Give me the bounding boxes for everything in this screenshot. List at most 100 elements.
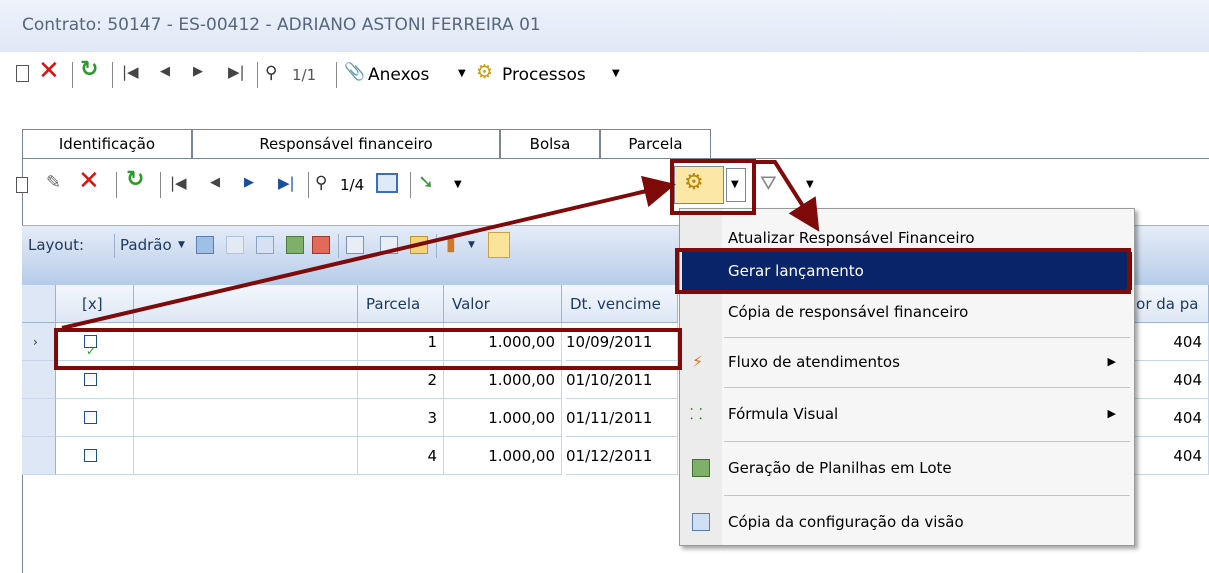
copy-icon [692, 513, 710, 531]
tab-bolsa[interactable]: Bolsa [500, 129, 600, 159]
select-cell[interactable] [56, 399, 134, 437]
layout-export-icon[interactable] [286, 236, 304, 254]
dropdown-arrow-icon[interactable]: ▼ [458, 68, 466, 79]
anexos-button[interactable]: Anexos [368, 65, 429, 85]
menu-item-label: Cópia de responsável financeiro [728, 303, 969, 321]
layout-save-icon[interactable] [196, 236, 214, 254]
layout-edit-icon[interactable] [410, 236, 428, 254]
valor-cell: 1.000,00 [444, 399, 562, 437]
valor-cell: 1.000,00 [444, 437, 562, 475]
menu-separator [724, 441, 1130, 442]
import-icon[interactable]: ➘ [418, 171, 434, 193]
tab-identificacao[interactable]: Identificação [22, 129, 192, 159]
last-record-icon[interactable]: ▶| [278, 174, 295, 192]
menu-item-label: Cópia da configuração da visão [728, 513, 964, 531]
parcela-toolbar: ✎ ✕ ↻ |◀ ◀ ▶ ▶| ⚲ 1/4 ➘ ▼ ⚙ ▼ ⛛ ▼ [16, 164, 1209, 208]
record-counter: 1/4 [340, 176, 365, 194]
column-header-select[interactable]: [x] [56, 285, 134, 323]
menu-item-geracao-planilhas[interactable]: Geração de Planilhas em Lote [682, 449, 1132, 487]
extra-cell: 404 [1130, 437, 1209, 475]
next-record-icon[interactable]: ▶ [244, 175, 254, 190]
window-title: Contrato: 50147 - ES-00412 - ADRIANO AST… [22, 15, 541, 35]
row-checkbox[interactable] [84, 411, 97, 424]
previous-record-icon[interactable]: ◀ [160, 64, 170, 79]
row-indicator [22, 437, 56, 475]
layout-label: Layout: [28, 236, 85, 254]
flow-icon: ⚡ [692, 352, 704, 371]
row-indicator: › [22, 323, 56, 361]
layout-toggle-icon[interactable] [488, 232, 510, 258]
submenu-arrow-icon: ▶ [1107, 355, 1116, 368]
new-icon[interactable] [16, 177, 28, 193]
layout-preset-select[interactable]: Padrão [120, 236, 172, 254]
refresh-icon[interactable]: ↻ [80, 59, 98, 81]
find-icon[interactable]: ⚲ [315, 173, 327, 193]
menu-item-formula-visual[interactable]: ⸬ Fórmula Visual ▶ [682, 395, 1132, 433]
current-row-icon: › [33, 335, 38, 349]
chart-icon[interactable]: ▮ [446, 234, 456, 255]
row-checkbox[interactable] [84, 449, 97, 462]
first-record-icon[interactable]: |◀ [170, 174, 187, 192]
blank-cell [134, 399, 358, 437]
menu-separator [724, 387, 1130, 388]
tab-parcela[interactable]: Parcela [600, 129, 711, 159]
select-cell[interactable] [56, 437, 134, 475]
refresh-icon[interactable]: ↻ [126, 169, 144, 191]
next-record-icon[interactable]: ▶ [193, 64, 203, 79]
annotation-box-row [54, 328, 682, 370]
dropdown-arrow-icon[interactable]: ▼ [454, 179, 462, 190]
edit-icon[interactable]: ✎ [46, 172, 61, 193]
parcela-cell: 4 [358, 437, 444, 475]
menu-item-label: Fórmula Visual [728, 405, 839, 423]
column-header-valor[interactable]: Valor [444, 285, 562, 323]
layout-sum-icon[interactable] [380, 236, 398, 254]
dropdown-arrow-icon[interactable]: ▼ [612, 68, 620, 79]
layout-new-icon[interactable] [226, 236, 244, 254]
delete-icon[interactable]: ✕ [38, 58, 60, 84]
delete-icon[interactable]: ✕ [78, 168, 100, 194]
row-indicator-header [22, 285, 56, 323]
extra-cell: 404 [1130, 361, 1209, 399]
row-indicator [22, 361, 56, 399]
blank-cell [134, 437, 358, 475]
last-record-icon[interactable]: ▶| [228, 63, 245, 81]
vencimento-cell: 01/11/2011 [566, 399, 678, 437]
annotation-box-menu-item [675, 248, 1131, 294]
row-checkbox[interactable] [84, 373, 97, 386]
extra-cell: 404 [1130, 323, 1209, 361]
previous-record-icon[interactable]: ◀ [210, 175, 220, 190]
processos-button[interactable]: Processos [502, 65, 586, 85]
menu-item-label: Fluxo de atendimentos [728, 353, 900, 371]
menu-item-copia-configuracao[interactable]: Cópia da configuração da visão [682, 503, 1132, 541]
layout-grid-icon[interactable] [256, 236, 274, 254]
dropdown-arrow-icon[interactable]: ▼ [178, 240, 185, 250]
parcela-cell: 3 [358, 399, 444, 437]
calendar-icon[interactable] [376, 173, 398, 193]
record-counter: 1/1 [292, 66, 317, 84]
column-header-blank[interactable] [134, 285, 358, 323]
layout-delete-icon[interactable] [312, 236, 330, 254]
menu-item-copia-responsavel[interactable]: Cópia de responsável financeiro [682, 293, 1132, 331]
column-header-vencimento[interactable]: Dt. vencime [562, 285, 678, 323]
first-record-icon[interactable]: |◀ [122, 63, 139, 81]
find-icon[interactable]: ⚲ [265, 63, 277, 83]
layout-columns-icon[interactable] [346, 236, 364, 254]
process-icon[interactable]: ⚙ [476, 61, 493, 83]
menu-item-fluxo-atendimentos[interactable]: ⚡ Fluxo de atendimentos ▶ [682, 343, 1132, 381]
dropdown-arrow-icon[interactable]: ▼ [468, 240, 475, 250]
row-indicator [22, 399, 56, 437]
window-title-bar: Contrato: 50147 - ES-00412 - ADRIANO AST… [0, 0, 1209, 52]
column-header-extra[interactable]: lor da pa [1130, 285, 1209, 323]
dropdown-arrow-icon[interactable]: ▼ [806, 179, 814, 190]
main-toolbar: ✕ ↻ |◀ ◀ ▶ ▶| ⚲ 1/1 📎 Anexos ▼ ⚙ Process… [0, 52, 1209, 100]
column-header-parcela[interactable]: Parcela [358, 285, 444, 323]
attachment-icon[interactable]: 📎 [344, 62, 365, 82]
filter-icon[interactable]: ⛛ [760, 171, 777, 195]
annotation-box-button [670, 159, 756, 215]
tab-responsavel-financeiro[interactable]: Responsável financeiro [192, 129, 500, 159]
spreadsheet-icon [692, 459, 710, 477]
extra-cell: 404 [1130, 399, 1209, 437]
vencimento-cell: 01/12/2011 [566, 437, 678, 475]
formula-icon: ⸬ [690, 405, 703, 423]
new-icon[interactable] [16, 65, 29, 82]
